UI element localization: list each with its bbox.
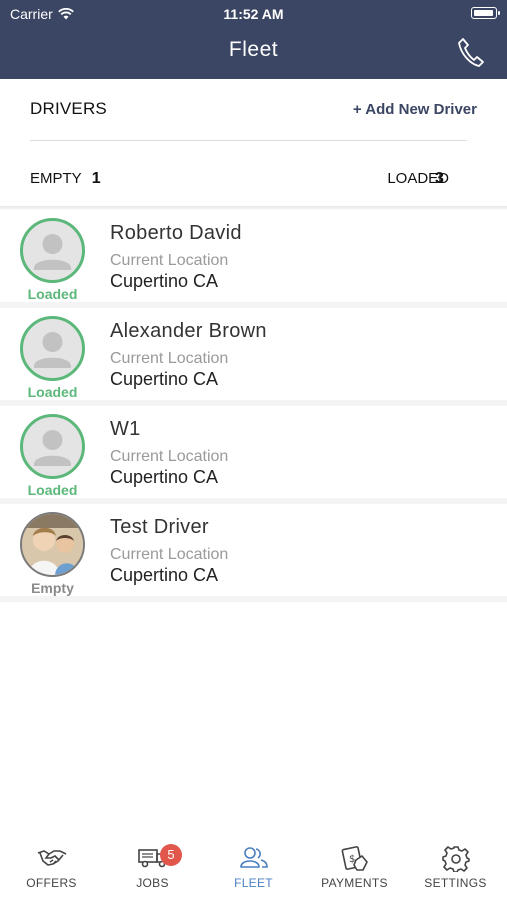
loaded-count: 3 bbox=[435, 170, 444, 187]
avatar-placeholder-icon bbox=[20, 316, 85, 381]
status-bar: Carrier 11:52 AM bbox=[0, 0, 507, 28]
tab-label: OFFERS bbox=[26, 876, 77, 890]
location-label: Current Location bbox=[110, 252, 229, 269]
driver-row[interactable]: Loaded Roberto David Current Location Cu… bbox=[0, 210, 507, 308]
location-value: Cupertino CA bbox=[110, 467, 219, 487]
empty-label: EMPTY bbox=[30, 170, 82, 187]
gear-icon bbox=[441, 846, 470, 872]
tab-jobs[interactable]: 5 JOBS bbox=[102, 844, 203, 890]
add-new-driver-link[interactable]: + Add New Driver bbox=[353, 101, 477, 118]
driver-status: Loaded bbox=[27, 384, 78, 400]
driver-name: Roberto David bbox=[110, 222, 242, 244]
empty-count: 1 bbox=[91, 170, 101, 187]
users-icon bbox=[239, 847, 268, 868]
battery-icon bbox=[471, 7, 500, 19]
driver-name: W1 bbox=[110, 418, 141, 440]
payment-icon: $ bbox=[341, 846, 368, 871]
tab-label: FLEET bbox=[234, 876, 273, 890]
divider bbox=[30, 140, 467, 141]
driver-row[interactable]: Loaded W1 Current Location Cupertino CA bbox=[0, 406, 507, 504]
drivers-header: DRIVERS bbox=[30, 99, 107, 118]
location-label: Current Location bbox=[110, 448, 229, 465]
driver-status: Loaded bbox=[27, 286, 78, 302]
empty-summary: EMPTY 1 bbox=[30, 170, 101, 188]
avatar-placeholder-icon bbox=[20, 218, 85, 283]
driver-row[interactable]: Empty Test Driver Current Location Cuper… bbox=[0, 504, 507, 602]
tab-fleet[interactable]: FLEET bbox=[203, 846, 304, 890]
location-value: Cupertino CA bbox=[110, 565, 219, 585]
tab-label: PAYMENTS bbox=[321, 876, 388, 890]
tab-offers[interactable]: OFFERS bbox=[1, 846, 102, 890]
location-label: Current Location bbox=[110, 350, 229, 367]
handshake-icon bbox=[37, 850, 66, 866]
tab-payments[interactable]: $ PAYMENTS bbox=[304, 846, 405, 890]
driver-status: Loaded bbox=[27, 482, 78, 498]
driver-name: Alexander Brown bbox=[110, 320, 267, 342]
driver-name: Test Driver bbox=[110, 516, 209, 538]
tab-label: JOBS bbox=[136, 876, 169, 890]
location-value: Cupertino CA bbox=[110, 369, 219, 389]
tab-bar: OFFERS 5 JOBS FLEET $ PAYMENTS SETTINGS bbox=[0, 836, 507, 900]
clock: 11:52 AM bbox=[223, 6, 284, 22]
driver-row[interactable]: Loaded Alexander Brown Current Location … bbox=[0, 308, 507, 406]
avatar-placeholder-icon bbox=[20, 414, 85, 479]
location-value: Cupertino CA bbox=[110, 271, 219, 291]
call-button[interactable] bbox=[457, 37, 485, 67]
jobs-badge: 5 bbox=[160, 844, 182, 866]
driver-list: Loaded Roberto David Current Location Cu… bbox=[0, 210, 507, 602]
page-title: Fleet bbox=[228, 38, 279, 61]
tab-label: SETTINGS bbox=[424, 876, 487, 890]
location-label: Current Location bbox=[110, 546, 229, 563]
driver-status: Empty bbox=[31, 580, 74, 596]
tab-settings[interactable]: SETTINGS bbox=[405, 846, 506, 890]
phone-icon bbox=[458, 38, 484, 67]
nav-bar: Carrier 11:52 AM Fleet bbox=[0, 0, 507, 79]
avatar-photo bbox=[20, 512, 85, 577]
